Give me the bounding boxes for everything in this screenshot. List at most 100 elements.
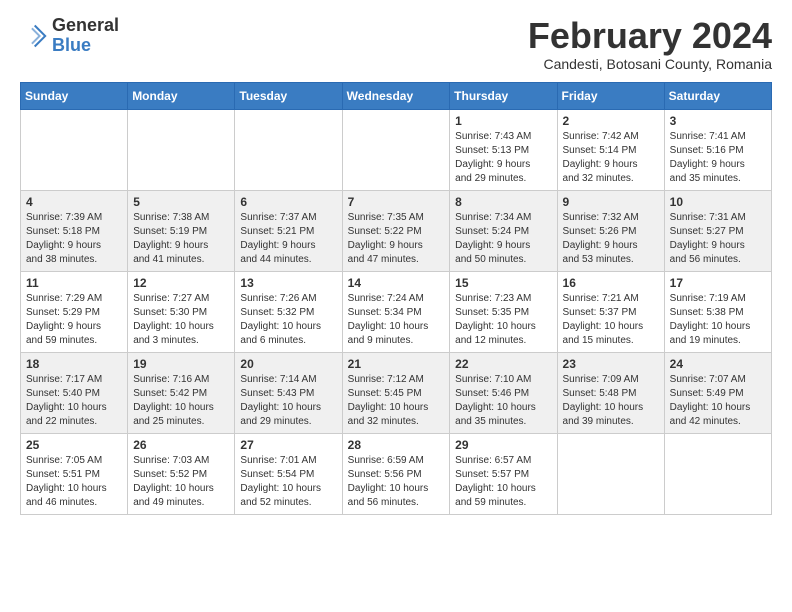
table-row: 1 Sunrise: 7:43 AM Sunset: 5:13 PM Daylig… (450, 109, 557, 190)
table-row (21, 109, 128, 190)
title-area: February 2024 Candesti, Botosani County,… (528, 16, 772, 72)
day-info: Sunrise: 7:37 AM Sunset: 5:21 PM Dayligh… (240, 211, 336, 267)
day-info: Sunrise: 7:01 AM Sunset: 5:54 PM Dayligh… (240, 454, 336, 510)
calendar-table: Sunday Monday Tuesday Wednesday Thursday… (20, 82, 772, 515)
day-info: Sunrise: 6:57 AM Sunset: 5:57 PM Dayligh… (455, 454, 551, 510)
table-row: 25 Sunrise: 7:05 AM Sunset: 5:51 PM Dayli… (21, 433, 128, 514)
day-info: Sunrise: 7:12 AM Sunset: 5:45 PM Dayligh… (348, 373, 445, 429)
day-number: 16 (563, 276, 659, 290)
table-row: 21Sunrise: 7:12 AM Sunset: 5:45 PM Dayli… (342, 352, 450, 433)
day-number: 25 (26, 438, 122, 452)
day-info: Sunrise: 7:07 AM Sunset: 5:49 PM Dayligh… (670, 373, 766, 429)
week-row-4: 18 Sunrise: 7:17 AM Sunset: 5:40 PM Dayli… (21, 352, 772, 433)
day-info: Sunrise: 7:27 AM Sunset: 5:30 PM Dayligh… (133, 292, 229, 348)
day-info: Sunrise: 7:24 AM Sunset: 5:34 PM Dayligh… (348, 292, 445, 348)
week-row-3: 11 Sunrise: 7:29 AM Sunset: 5:29 PM Dayli… (21, 271, 772, 352)
day-number: 15 (455, 276, 551, 290)
day-number: 22 (455, 357, 551, 371)
table-row: 6 Sunrise: 7:37 AM Sunset: 5:21 PM Daylig… (235, 190, 342, 271)
day-number: 13 (240, 276, 336, 290)
day-number: 5 (133, 195, 229, 209)
table-row: 2 Sunrise: 7:42 AM Sunset: 5:14 PM Daylig… (557, 109, 664, 190)
table-row: 24 Sunrise: 7:07 AM Sunset: 5:49 PM Dayli… (664, 352, 771, 433)
logo-blue: Blue (52, 36, 119, 56)
day-info: Sunrise: 7:31 AM Sunset: 5:27 PM Dayligh… (670, 211, 766, 267)
day-info: Sunrise: 7:26 AM Sunset: 5:32 PM Dayligh… (240, 292, 336, 348)
month-title: February 2024 (528, 16, 772, 56)
table-row: 4Sunrise: 7:39 AM Sunset: 5:18 PM Daylig… (21, 190, 128, 271)
table-row: 16 Sunrise: 7:21 AM Sunset: 5:37 PM Dayli… (557, 271, 664, 352)
day-number: 7 (348, 195, 445, 209)
logo-general: General (52, 16, 119, 36)
day-number: 9 (563, 195, 659, 209)
day-info: Sunrise: 7:38 AM Sunset: 5:19 PM Dayligh… (133, 211, 229, 267)
day-info: Sunrise: 7:03 AM Sunset: 5:52 PM Dayligh… (133, 454, 229, 510)
day-number: 26 (133, 438, 229, 452)
day-info: Sunrise: 7:42 AM Sunset: 5:14 PM Dayligh… (563, 130, 659, 186)
day-number: 24 (670, 357, 766, 371)
day-number: 27 (240, 438, 336, 452)
table-row: 27 Sunrise: 7:01 AM Sunset: 5:54 PM Dayli… (235, 433, 342, 514)
table-row: 3 Sunrise: 7:41 AM Sunset: 5:16 PM Daylig… (664, 109, 771, 190)
day-number: 11 (26, 276, 122, 290)
day-number: 12 (133, 276, 229, 290)
day-info: Sunrise: 7:32 AM Sunset: 5:26 PM Dayligh… (563, 211, 659, 267)
table-row: 10Sunrise: 7:31 AM Sunset: 5:27 PM Dayli… (664, 190, 771, 271)
day-info: Sunrise: 7:16 AM Sunset: 5:42 PM Dayligh… (133, 373, 229, 429)
day-info: Sunrise: 7:29 AM Sunset: 5:29 PM Dayligh… (26, 292, 122, 348)
table-row: 9 Sunrise: 7:32 AM Sunset: 5:26 PM Daylig… (557, 190, 664, 271)
day-number: 14 (348, 276, 445, 290)
day-info: Sunrise: 7:10 AM Sunset: 5:46 PM Dayligh… (455, 373, 551, 429)
table-row (664, 433, 771, 514)
day-number: 18 (26, 357, 122, 371)
col-wednesday: Wednesday (342, 82, 450, 109)
day-info: Sunrise: 7:19 AM Sunset: 5:38 PM Dayligh… (670, 292, 766, 348)
table-row: 18 Sunrise: 7:17 AM Sunset: 5:40 PM Dayli… (21, 352, 128, 433)
day-info: Sunrise: 7:05 AM Sunset: 5:51 PM Dayligh… (26, 454, 122, 510)
day-info: Sunrise: 7:43 AM Sunset: 5:13 PM Dayligh… (455, 130, 551, 186)
table-row: 26 Sunrise: 7:03 AM Sunset: 5:52 PM Dayli… (128, 433, 235, 514)
table-row: 13 Sunrise: 7:26 AM Sunset: 5:32 PM Dayli… (235, 271, 342, 352)
day-info: Sunrise: 7:41 AM Sunset: 5:16 PM Dayligh… (670, 130, 766, 186)
logo: General Blue (20, 16, 119, 56)
table-row: 7 Sunrise: 7:35 AM Sunset: 5:22 PM Daylig… (342, 190, 450, 271)
table-row: 20Sunrise: 7:14 AM Sunset: 5:43 PM Dayli… (235, 352, 342, 433)
day-number: 17 (670, 276, 766, 290)
day-info: Sunrise: 7:35 AM Sunset: 5:22 PM Dayligh… (348, 211, 445, 267)
week-row-2: 4Sunrise: 7:39 AM Sunset: 5:18 PM Daylig… (21, 190, 772, 271)
table-row (557, 433, 664, 514)
table-row: 8Sunrise: 7:34 AM Sunset: 5:24 PM Daylig… (450, 190, 557, 271)
col-friday: Friday (557, 82, 664, 109)
page-header: General Blue February 2024 Candesti, Bot… (20, 16, 772, 72)
table-row: 15Sunrise: 7:23 AM Sunset: 5:35 PM Dayli… (450, 271, 557, 352)
table-row: 22 Sunrise: 7:10 AM Sunset: 5:46 PM Dayli… (450, 352, 557, 433)
table-row: 19Sunrise: 7:16 AM Sunset: 5:42 PM Dayli… (128, 352, 235, 433)
col-sunday: Sunday (21, 82, 128, 109)
day-info: Sunrise: 7:34 AM Sunset: 5:24 PM Dayligh… (455, 211, 551, 267)
table-row: 14 Sunrise: 7:24 AM Sunset: 5:34 PM Dayli… (342, 271, 450, 352)
day-number: 29 (455, 438, 551, 452)
day-number: 2 (563, 114, 659, 128)
week-row-1: 1 Sunrise: 7:43 AM Sunset: 5:13 PM Daylig… (21, 109, 772, 190)
table-row: 23 Sunrise: 7:09 AM Sunset: 5:48 PM Dayli… (557, 352, 664, 433)
day-number: 6 (240, 195, 336, 209)
day-info: Sunrise: 7:14 AM Sunset: 5:43 PM Dayligh… (240, 373, 336, 429)
day-info: Sunrise: 7:21 AM Sunset: 5:37 PM Dayligh… (563, 292, 659, 348)
day-number: 3 (670, 114, 766, 128)
table-row: 29 Sunrise: 6:57 AM Sunset: 5:57 PM Dayli… (450, 433, 557, 514)
day-number: 1 (455, 114, 551, 128)
week-row-5: 25 Sunrise: 7:05 AM Sunset: 5:51 PM Dayli… (21, 433, 772, 514)
day-info: Sunrise: 6:59 AM Sunset: 5:56 PM Dayligh… (348, 454, 445, 510)
table-row (342, 109, 450, 190)
col-tuesday: Tuesday (235, 82, 342, 109)
table-row: 12 Sunrise: 7:27 AM Sunset: 5:30 PM Dayli… (128, 271, 235, 352)
table-row: 17 Sunrise: 7:19 AM Sunset: 5:38 PM Dayli… (664, 271, 771, 352)
logo-icon (20, 22, 48, 50)
day-info: Sunrise: 7:09 AM Sunset: 5:48 PM Dayligh… (563, 373, 659, 429)
col-monday: Monday (128, 82, 235, 109)
table-row (235, 109, 342, 190)
day-number: 23 (563, 357, 659, 371)
day-info: Sunrise: 7:17 AM Sunset: 5:40 PM Dayligh… (26, 373, 122, 429)
day-info: Sunrise: 7:39 AM Sunset: 5:18 PM Dayligh… (26, 211, 122, 267)
location-subtitle: Candesti, Botosani County, Romania (528, 56, 772, 72)
